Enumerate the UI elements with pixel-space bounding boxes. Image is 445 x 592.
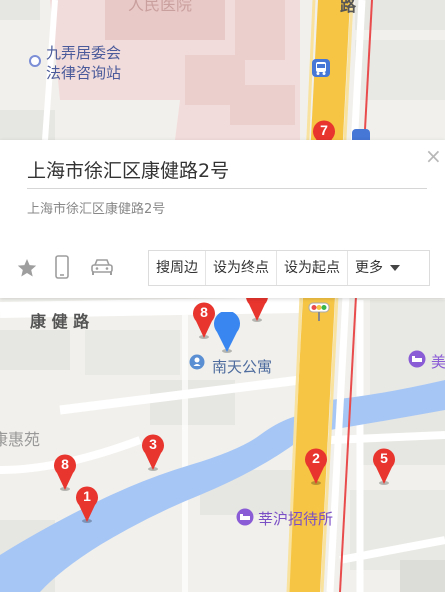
map-marker-2[interactable]: 2 — [303, 446, 329, 486]
bus-stop-icon[interactable] — [312, 59, 330, 77]
divider — [27, 188, 427, 189]
phone-icon[interactable] — [55, 255, 69, 279]
map-label-committee[interactable]: 九弄居委会 — [46, 42, 121, 63]
hotel-icon[interactable] — [408, 350, 426, 368]
map-label-huahu[interactable]: 莘沪招待所 — [258, 508, 333, 529]
building-block — [0, 330, 70, 370]
more-label: 更多 — [355, 260, 383, 276]
set-destination-button[interactable]: 设为终点 — [206, 251, 277, 285]
close-icon[interactable]: × — [425, 146, 442, 166]
map-marker-label: 1 — [83, 488, 91, 504]
map-label-mei[interactable]: 美 — [431, 351, 445, 372]
car-icon[interactable] — [90, 257, 114, 277]
place-title: 上海市徐汇区康健路2号 — [27, 160, 230, 182]
place-address: 上海市徐汇区康健路2号 — [27, 202, 166, 217]
poi-icon[interactable] — [189, 354, 205, 370]
chevron-down-icon — [390, 265, 400, 271]
search-nearby-button[interactable]: 搜周边 — [149, 251, 206, 285]
map-marker-1[interactable]: 1 — [74, 484, 100, 524]
poi-dot-icon[interactable] — [29, 55, 41, 67]
map-marker-3[interactable]: 3 — [140, 432, 166, 472]
building-block — [0, 0, 40, 20]
place-info-card: × 上海市徐汇区康健路2号 上海市徐汇区康健路2号 搜周边 设为终点 设为起点 … — [0, 140, 445, 298]
map-label-nantian[interactable]: 南天公寓 — [212, 356, 272, 377]
building-block — [355, 0, 445, 30]
map-label-kangjian-road: 康 健 路 — [30, 312, 90, 331]
action-bar: 搜周边 设为终点 设为起点 更多 — [148, 250, 430, 286]
map-label-huiyuan[interactable]: 康惠苑 — [0, 426, 40, 450]
building-block — [400, 560, 445, 592]
hospital-building — [235, 0, 285, 60]
more-dropdown-button[interactable]: 更多 — [348, 251, 406, 285]
traffic-light-icon[interactable] — [308, 301, 330, 321]
location-pin-icon[interactable] — [212, 310, 242, 354]
map-label-legal-station[interactable]: 法律咨询站 — [46, 62, 121, 83]
map-marker-label: 2 — [312, 450, 320, 466]
set-origin-button[interactable]: 设为起点 — [277, 251, 348, 285]
map-marker-label: 5 — [380, 450, 388, 466]
map-label-road-fragment: 路 — [340, 0, 357, 15]
star-icon[interactable] — [16, 257, 38, 279]
hospital-building — [230, 85, 295, 125]
map-marker-label: 8 — [61, 456, 69, 472]
map-marker-label: 7 — [320, 122, 328, 138]
street — [329, 431, 445, 444]
map-label-hospital: 人民医院 — [128, 0, 193, 14]
map-marker-label: 3 — [149, 436, 157, 452]
building-block — [85, 330, 180, 375]
map-marker-5[interactable]: 5 — [371, 446, 397, 486]
hotel-icon[interactable] — [236, 508, 254, 526]
